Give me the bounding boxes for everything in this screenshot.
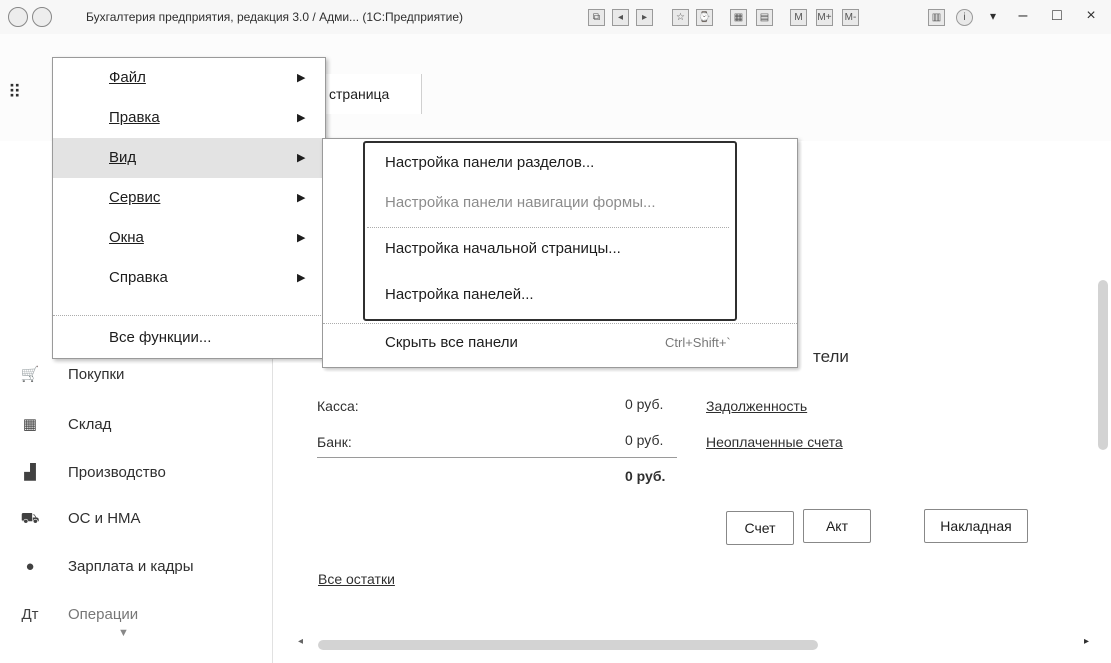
link-icon[interactable]: ⧉ [588, 9, 605, 26]
chevron-right-icon: ▶ [297, 112, 306, 124]
waybill-button[interactable]: Накладная [924, 509, 1028, 543]
unpaid-invoices-link[interactable]: Неоплаченные счета [706, 434, 843, 450]
view-submenu: Настройка панели разделов... Настройка п… [322, 138, 798, 368]
submenu-item-form-navigation[interactable]: Настройка панели навигации формы... [385, 185, 656, 221]
scroll-right-icon[interactable]: ▸ [1084, 636, 1089, 647]
sidebar-item-salary[interactable]: ● Зарплата и кадры [18, 547, 268, 587]
cart-icon: 🛒 [20, 366, 40, 383]
sidebar-item-operations[interactable]: Дт Операции [18, 595, 268, 635]
menu-item-view[interactable]: Вид ▶ [53, 138, 325, 178]
bank-label: Банк: [317, 434, 352, 450]
menu-separator [53, 315, 325, 316]
panel-toggle-icon[interactable]: ▥ [928, 9, 945, 26]
favorites-icon[interactable]: ☆ [672, 9, 689, 26]
calculator-icon[interactable]: ▤ [756, 9, 773, 26]
close-button[interactable]: × [1080, 5, 1102, 27]
submenu-separator [367, 227, 729, 228]
kassa-value: 0 руб. [625, 396, 664, 412]
submenu-separator-2 [323, 323, 797, 324]
person-icon: ● [25, 558, 35, 575]
bank-value: 0 руб. [625, 432, 664, 448]
sidebar-item-purchases[interactable]: 🛒 Покупки [18, 355, 268, 395]
menu-item-service[interactable]: Сервис ▶ [53, 178, 325, 218]
menu-item-help[interactable]: Справка ▶ [53, 258, 325, 298]
vertical-scrollbar[interactable] [1098, 280, 1108, 450]
invoice-button[interactable]: Счет [726, 511, 794, 545]
memory-minus-icon[interactable]: M- [842, 9, 859, 26]
forward-icon[interactable]: ▸ [636, 9, 653, 26]
submenu-item-panels[interactable]: Настройка панелей... [385, 277, 534, 313]
main-menu-icon[interactable] [32, 7, 52, 27]
sidebar-scroll-down-icon[interactable]: ▼ [118, 627, 129, 639]
dropdown-icon[interactable]: ▾ [982, 5, 1004, 27]
memory-icon[interactable]: M [790, 9, 807, 26]
customers-heading: тели [813, 347, 849, 366]
scroll-left-icon[interactable]: ◂ [298, 636, 303, 647]
factory-icon: ▟ [24, 464, 36, 481]
memory-plus-icon[interactable]: M+ [816, 9, 833, 26]
tab-home-label: страница [329, 86, 390, 102]
submenu-item-hide-all[interactable]: Скрыть все панели [385, 325, 518, 361]
kassa-label: Касса: [317, 398, 359, 414]
menu-item-file[interactable]: Файл ▶ [53, 58, 325, 98]
chevron-right-icon: ▶ [297, 232, 306, 244]
debt-link[interactable]: Задолженность [706, 398, 807, 414]
menu-item-edit[interactable]: Правка ▶ [53, 98, 325, 138]
calendar-icon[interactable]: ▦ [730, 9, 747, 26]
operations-icon: Дт [21, 606, 39, 623]
truck-icon: ⛟ [20, 510, 40, 527]
menu-item-all-functions[interactable]: Все функции... [53, 318, 325, 358]
act-button[interactable]: Акт [803, 509, 871, 543]
maximize-button[interactable]: □ [1046, 5, 1068, 27]
menu-item-windows[interactable]: Окна ▶ [53, 218, 325, 258]
submenu-item-home-page[interactable]: Настройка начальной страницы... [385, 231, 621, 267]
total-value: 0 руб. [625, 468, 666, 484]
horizontal-scrollbar[interactable] [310, 640, 1080, 650]
hide-all-shortcut: Ctrl+Shift+` [665, 335, 731, 350]
chevron-right-icon: ▶ [297, 272, 306, 284]
all-balances-link[interactable]: Все остатки [318, 571, 395, 587]
chevron-right-icon: ▶ [297, 152, 306, 164]
sidebar-item-warehouse[interactable]: ▦ Склад [18, 405, 268, 445]
sections-grid-icon[interactable]: ⠿ [8, 82, 28, 102]
info-icon[interactable]: i [956, 9, 973, 26]
app-logo-icon [8, 7, 28, 27]
chevron-right-icon: ▶ [297, 72, 306, 84]
total-divider [317, 457, 677, 458]
chevron-right-icon: ▶ [297, 192, 306, 204]
horizontal-scroll-thumb[interactable] [318, 640, 818, 650]
warehouse-icon: ▦ [22, 416, 38, 433]
title-bar: Бухгалтерия предприятия, редакция 3.0 / … [0, 0, 1111, 35]
sidebar-item-production[interactable]: ▟ Производство [18, 453, 268, 493]
submenu-item-sections-panel[interactable]: Настройка панели разделов... [385, 145, 594, 181]
history-icon[interactable]: ⌚ [696, 9, 713, 26]
window-title: Бухгалтерия предприятия, редакция 3.0 / … [86, 10, 463, 24]
main-menu: Файл ▶ Правка ▶ Вид ▶ Сервис ▶ Окна ▶ Сп… [52, 57, 326, 359]
back-icon[interactable]: ◂ [612, 9, 629, 26]
tab-home-page[interactable]: страница [322, 74, 422, 114]
minimize-button[interactable]: – [1012, 5, 1034, 27]
sidebar-item-fixed-assets[interactable]: ⛟ ОС и НМА [18, 499, 268, 539]
